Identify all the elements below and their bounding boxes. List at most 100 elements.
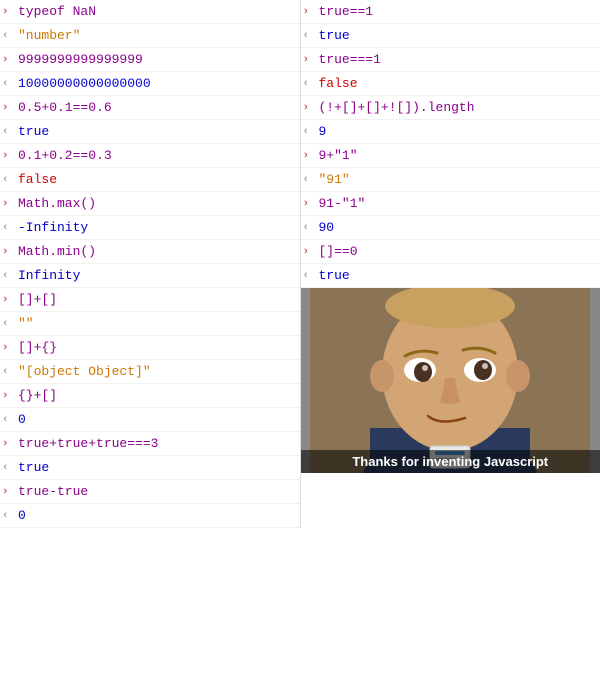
- code-text: true: [319, 268, 350, 283]
- left-column: ›typeof NaN‹"number"›9999999999999999‹10…: [0, 0, 300, 528]
- code-row: ›true===1: [301, 48, 600, 72]
- code-text: []+[]: [18, 292, 57, 307]
- meme-image: Thanks for inventing Javascript: [301, 288, 600, 473]
- code-text: false: [18, 172, 57, 187]
- output-arrow: ‹: [303, 174, 319, 186]
- main-container: ›typeof NaN‹"number"›9999999999999999‹10…: [0, 0, 600, 528]
- code-row: ‹0: [0, 408, 300, 432]
- code-row: ‹false: [0, 168, 300, 192]
- meme-caption: Thanks for inventing Javascript: [301, 450, 600, 473]
- code-text: 0: [18, 508, 26, 523]
- code-text: true-true: [18, 484, 88, 499]
- output-arrow: ‹: [2, 462, 18, 474]
- code-text: true: [18, 124, 49, 139]
- code-text: []+{}: [18, 340, 57, 355]
- output-arrow: ‹: [303, 78, 319, 90]
- code-row: ›{}+[]: [0, 384, 300, 408]
- code-text: 91-"1": [319, 196, 366, 211]
- code-row: ‹90: [301, 216, 600, 240]
- code-row: ›Math.min(): [0, 240, 300, 264]
- code-row: ‹"number": [0, 24, 300, 48]
- code-row: ‹"[object Object]": [0, 360, 300, 384]
- code-row: ›Math.max(): [0, 192, 300, 216]
- code-text: true: [18, 460, 49, 475]
- code-text: "number": [18, 28, 80, 43]
- output-arrow: ‹: [2, 366, 18, 378]
- code-text: "[object Object]": [18, 364, 151, 379]
- code-row: ›true-true: [0, 480, 300, 504]
- code-text: "": [18, 316, 34, 331]
- code-text: 0.5+0.1==0.6: [18, 100, 112, 115]
- input-arrow: ›: [2, 198, 18, 210]
- output-arrow: ‹: [2, 414, 18, 426]
- input-arrow: ›: [2, 486, 18, 498]
- input-arrow: ›: [2, 438, 18, 450]
- code-row: ›(!+[]+[]+![]).length: [301, 96, 600, 120]
- input-arrow: ›: [303, 54, 319, 66]
- output-arrow: ‹: [2, 318, 18, 330]
- code-row: ‹true: [0, 456, 300, 480]
- code-text: -Infinity: [18, 220, 88, 235]
- code-text: false: [319, 76, 358, 91]
- input-arrow: ›: [2, 390, 18, 402]
- output-arrow: ‹: [2, 78, 18, 90]
- code-text: 9999999999999999: [18, 52, 143, 67]
- code-text: "91": [319, 172, 350, 187]
- code-row: ›[]+{}: [0, 336, 300, 360]
- code-row: ›9999999999999999: [0, 48, 300, 72]
- output-arrow: ‹: [303, 126, 319, 138]
- code-row: ‹true: [301, 24, 600, 48]
- input-arrow: ›: [303, 150, 319, 162]
- input-arrow: ›: [303, 198, 319, 210]
- code-row: ›true==1: [301, 0, 600, 24]
- output-arrow: ‹: [2, 174, 18, 186]
- code-text: true: [319, 28, 350, 43]
- code-text: 10000000000000000: [18, 76, 151, 91]
- output-arrow: ‹: [2, 510, 18, 522]
- meme-face-svg: [310, 288, 590, 473]
- code-text: 0.1+0.2==0.3: [18, 148, 112, 163]
- output-arrow: ‹: [2, 222, 18, 234]
- input-arrow: ›: [2, 246, 18, 258]
- code-text: Infinity: [18, 268, 80, 283]
- input-arrow: ›: [2, 342, 18, 354]
- right-column: ›true==1‹true›true===1‹false›(!+[]+[]+![…: [301, 0, 600, 528]
- input-arrow: ›: [2, 294, 18, 306]
- output-arrow: ‹: [303, 222, 319, 234]
- input-arrow: ›: [2, 102, 18, 114]
- code-text: true===1: [319, 52, 381, 67]
- code-row: ›0.1+0.2==0.3: [0, 144, 300, 168]
- output-arrow: ‹: [2, 270, 18, 282]
- code-row: ‹true: [301, 264, 600, 288]
- input-arrow: ›: [303, 102, 319, 114]
- code-row: ›0.5+0.1==0.6: [0, 96, 300, 120]
- code-text: Math.min(): [18, 244, 96, 259]
- code-text: 0: [18, 412, 26, 427]
- code-row: ‹0: [0, 504, 300, 528]
- code-row: ‹"": [0, 312, 300, 336]
- code-row: ‹"91": [301, 168, 600, 192]
- code-text: Math.max(): [18, 196, 96, 211]
- code-row: ‹false: [301, 72, 600, 96]
- code-text: 90: [319, 220, 335, 235]
- code-row: ‹-Infinity: [0, 216, 300, 240]
- code-row: ›9+"1": [301, 144, 600, 168]
- code-row: ‹Infinity: [0, 264, 300, 288]
- input-arrow: ›: [2, 54, 18, 66]
- output-arrow: ‹: [2, 126, 18, 138]
- code-row: ›[]+[]: [0, 288, 300, 312]
- code-text: typeof NaN: [18, 4, 96, 19]
- code-text: true==1: [319, 4, 374, 19]
- code-text: (!+[]+[]+![]).length: [319, 100, 475, 115]
- input-arrow: ›: [303, 6, 319, 18]
- code-text: []==0: [319, 244, 358, 259]
- code-row: ‹10000000000000000: [0, 72, 300, 96]
- input-arrow: ›: [2, 6, 18, 18]
- code-text: 9+"1": [319, 148, 358, 163]
- code-text: 9: [319, 124, 327, 139]
- output-arrow: ‹: [303, 270, 319, 282]
- input-arrow: ›: [2, 150, 18, 162]
- input-arrow: ›: [303, 246, 319, 258]
- code-row: ‹true: [0, 120, 300, 144]
- code-row: ›[]==0: [301, 240, 600, 264]
